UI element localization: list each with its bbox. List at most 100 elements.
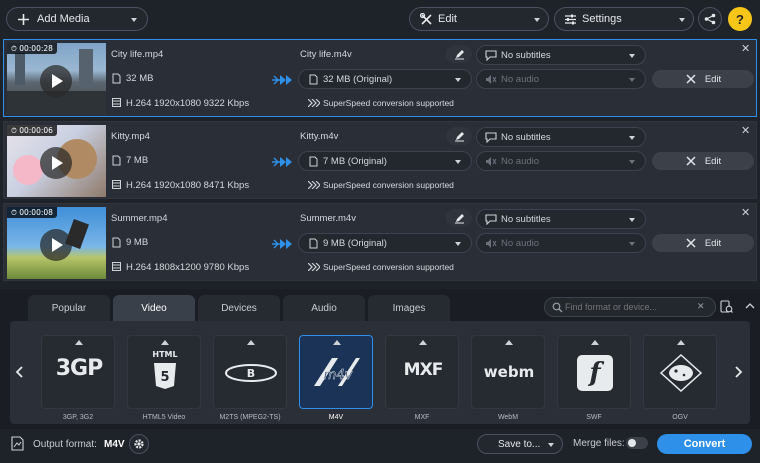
chevron-up-icon[interactable] (75, 340, 83, 345)
video-codec-icon (112, 262, 121, 271)
output-size-dropdown[interactable]: 32 MB (Original) (298, 69, 472, 89)
source-size: 7 MB (126, 155, 149, 166)
remove-file-icon[interactable]: ✕ (741, 206, 750, 219)
subtitles-icon (485, 132, 497, 143)
format-grid (10, 321, 750, 424)
format-m2ts[interactable]: B (213, 335, 287, 409)
chevron-left-icon[interactable] (15, 365, 25, 379)
rename-button[interactable] (446, 209, 472, 227)
convert-arrow-icon (272, 157, 292, 167)
audio-dropdown[interactable]: No audio (476, 233, 646, 253)
convert-button[interactable]: Convert (657, 434, 752, 454)
source-info: H.264 1920x1080 9322 Kbps (126, 98, 250, 109)
audio-dropdown[interactable]: No audio (476, 151, 646, 171)
format-swf[interactable]: f (557, 335, 631, 409)
duration-badge: ⏱ 00:00:08 (7, 207, 57, 218)
edit-file-button[interactable]: Edit (652, 152, 754, 170)
format-webm[interactable]: webm (471, 335, 545, 409)
output-format-value: M4V (104, 439, 125, 450)
chevron-up-icon[interactable] (333, 340, 341, 345)
format-m4v[interactable]: m4v (299, 335, 373, 409)
format-html5[interactable]: HTML 5 (127, 335, 201, 409)
pencil-icon (454, 49, 464, 59)
chevron-up-icon[interactable] (161, 340, 169, 345)
add-media-label: Add Media (37, 13, 90, 25)
rename-button[interactable] (446, 127, 472, 145)
format-ogv[interactable] (643, 335, 717, 409)
audio-label: No audio (501, 73, 540, 85)
chevron-down-icon (534, 18, 540, 22)
clear-search-icon[interactable]: ✕ (697, 301, 705, 312)
tab-video[interactable]: Video (113, 295, 195, 321)
play-icon[interactable] (40, 65, 72, 97)
save-to-button[interactable]: Save to... (477, 434, 563, 454)
help-button[interactable]: ? (728, 7, 752, 31)
subtitles-dropdown[interactable]: No subtitles (476, 45, 646, 65)
file-row[interactable]: ⏱ 00:00:06 Kitty.mp4 7 MB H.264 1920x108… (3, 121, 757, 199)
tab-audio[interactable]: Audio (283, 295, 365, 321)
chevron-up-icon[interactable] (505, 340, 513, 345)
subtitles-dropdown[interactable]: No subtitles (476, 127, 646, 147)
subtitles-dropdown[interactable]: No subtitles (476, 209, 646, 229)
sliders-icon (565, 14, 576, 25)
chevron-up-icon[interactable] (419, 340, 427, 345)
tab-images[interactable]: Images (368, 295, 450, 321)
edit-menu-label: Edit (438, 13, 457, 25)
chevron-down-icon (455, 160, 461, 164)
file-row[interactable]: ⏱ 00:00:08 Summer.mp4 9 MB H.264 1808x12… (3, 203, 757, 281)
share-button[interactable] (698, 7, 722, 31)
source-info: H.264 1808x1200 9780 Kbps (126, 262, 250, 273)
chevron-up-icon[interactable] (677, 340, 685, 345)
merge-files-toggle[interactable] (626, 437, 648, 449)
tab-devices[interactable]: Devices (198, 295, 280, 321)
file-row[interactable]: ⏱ 00:00:28 City life.mp4 32 MB H.264 192… (3, 39, 757, 117)
format-label: SWF (586, 414, 602, 421)
subtitles-icon (485, 214, 497, 225)
source-size: 32 MB (126, 73, 154, 84)
output-size-dropdown[interactable]: 9 MB (Original) (298, 233, 472, 253)
rename-button[interactable] (446, 45, 472, 63)
theora-fish-icon (659, 353, 703, 393)
edit-menu-button[interactable]: Edit (409, 7, 549, 31)
format-search-input[interactable] (565, 300, 693, 314)
remove-file-icon[interactable]: ✕ (741, 42, 750, 55)
video-thumbnail[interactable]: ⏱ 00:00:28 (7, 43, 106, 115)
video-thumbnail[interactable]: ⏱ 00:00:06 (7, 125, 106, 197)
play-icon[interactable] (40, 147, 72, 179)
audio-label: No audio (501, 155, 540, 167)
chevron-right-icon[interactable] (733, 365, 743, 379)
add-media-button[interactable]: Add Media (6, 7, 148, 31)
edit-file-button[interactable]: Edit (652, 234, 754, 252)
chevron-up-icon[interactable] (591, 340, 599, 345)
chevron-down-icon (629, 160, 635, 164)
collapse-panel-icon[interactable] (744, 300, 756, 312)
device-detect-icon[interactable] (720, 300, 733, 314)
remove-file-icon[interactable]: ✕ (741, 124, 750, 137)
output-filename[interactable]: City life.m4v (300, 49, 352, 60)
superspeed-text: SuperSpeed conversion supported (323, 98, 454, 108)
audio-dropdown[interactable]: No audio (476, 69, 646, 89)
svg-text:m4v: m4v (324, 368, 353, 383)
output-settings-button[interactable] (129, 434, 149, 454)
settings-menu-button[interactable]: Settings (554, 7, 694, 31)
speaker-muted-icon (486, 157, 497, 166)
chevron-up-icon[interactable] (247, 340, 255, 345)
format-mxf[interactable]: MXF (385, 335, 459, 409)
output-filename[interactable]: Kitty.m4v (300, 131, 338, 142)
edit-file-button[interactable]: Edit (652, 70, 754, 88)
tab-popular[interactable]: Popular (28, 295, 110, 321)
output-filename[interactable]: Summer.m4v (300, 213, 356, 224)
plus-icon (18, 14, 29, 25)
html5-shield-icon: 5 (154, 363, 176, 389)
video-thumbnail[interactable]: ⏱ 00:00:08 (7, 207, 106, 279)
chevron-down-icon (629, 242, 635, 246)
format-3gp[interactable]: 3GP (41, 335, 115, 409)
format-mxf-logo: MXF (403, 360, 444, 380)
play-icon[interactable] (40, 229, 72, 261)
tools-icon (686, 74, 696, 84)
output-size-dropdown[interactable]: 7 MB (Original) (298, 151, 472, 171)
output-format-label: Output format: (33, 439, 97, 450)
format-search[interactable]: ✕ (544, 297, 716, 317)
subtitles-label: No subtitles (501, 213, 551, 225)
share-icon (704, 13, 716, 25)
